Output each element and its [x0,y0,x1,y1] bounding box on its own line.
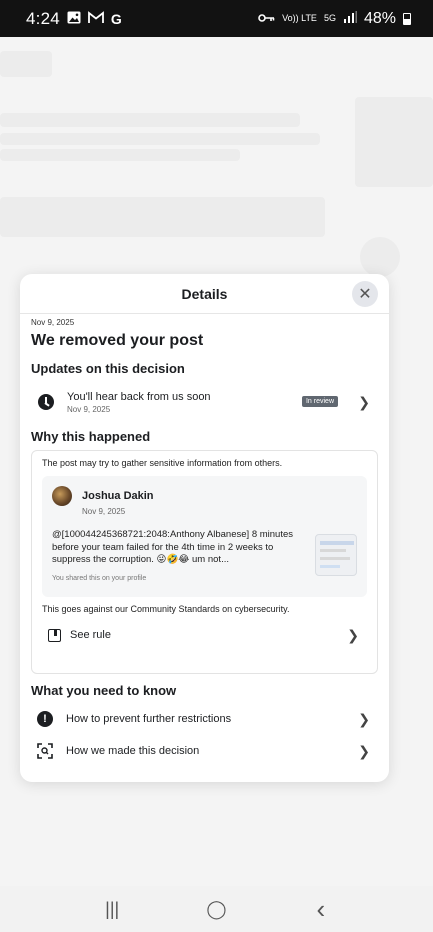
post-body: @[100044245368721:2048:Anthony Albanese]… [52,529,294,565]
decision-process-label: How we made this decision [66,745,200,757]
removal-date: Nov 9, 2025 [31,318,75,327]
review-status-text: You'll hear back from us soon [67,390,211,403]
chevron-right-icon: ❯ [358,742,370,759]
scan-search-icon [37,743,53,759]
post-card[interactable]: Joshua Dakin Nov 9, 2025 @[1000442453687… [42,476,367,597]
signal-icon [343,10,357,28]
image-icon [67,11,81,27]
updates-heading: Updates on this decision [31,361,185,376]
status-badge: In review [301,396,338,407]
home-button[interactable]: ◯ [196,899,236,920]
battery-percent: 48% [363,9,396,27]
see-rule-row[interactable]: See rule ❯ [42,625,367,645]
modal-title: Details [181,285,228,302]
chevron-right-icon: ❯ [358,393,370,410]
post-author: Joshua Dakin [82,490,154,502]
prevent-restrictions-row[interactable]: ! How to prevent further restrictions ❯ [31,703,378,735]
back-button[interactable]: ‹ [301,894,341,925]
know-heading: What you need to know [31,683,177,698]
exclamation-icon: ! [37,711,53,727]
post-shared-note: You shared this on your profile [52,574,147,582]
post-date: Nov 9, 2025 [82,507,126,516]
modal-header: Details ✕ [20,274,389,314]
chevron-right-icon: ❯ [358,710,370,727]
details-modal: Details ✕ Nov 9, 2025 We removed your po… [20,274,389,782]
clock-icon [38,394,54,410]
google-icon: G [110,10,122,27]
rulebook-icon [48,628,61,642]
close-button[interactable]: ✕ [352,281,378,307]
volte-indicator: Vo)) LTE [282,13,317,23]
battery-icon [403,12,411,25]
why-heading: Why this happened [31,429,151,444]
why-box: The post may try to gather sensitive inf… [31,450,378,674]
decision-process-row[interactable]: How we made this decision ❯ [31,735,378,767]
chevron-right-icon: ❯ [347,626,359,643]
clock-time: 4:24 [26,8,60,28]
post-thumbnail [315,534,357,576]
why-text: The post may try to gather sensitive inf… [42,458,283,468]
vpn-key-icon [258,10,275,28]
status-bar: 4:24 G Vo)) LTE 5G 48% [0,0,433,37]
prevent-restrictions-label: How to prevent further restrictions [66,713,232,725]
review-status-date: Nov 9, 2025 [67,404,111,414]
standards-text: This goes against our Community Standard… [42,604,290,614]
close-icon: ✕ [358,286,372,303]
5g-indicator: 5G [323,13,336,23]
page-title: We removed your post [31,332,204,349]
gmail-icon [87,10,104,27]
avatar [52,486,72,506]
review-status-row[interactable]: You'll hear back from us soon Nov 9, 202… [31,388,378,416]
system-nav-bar: ||| ◯ ‹ [0,886,433,932]
see-rule-label: See rule [70,629,111,641]
recents-button[interactable]: ||| [92,899,132,920]
